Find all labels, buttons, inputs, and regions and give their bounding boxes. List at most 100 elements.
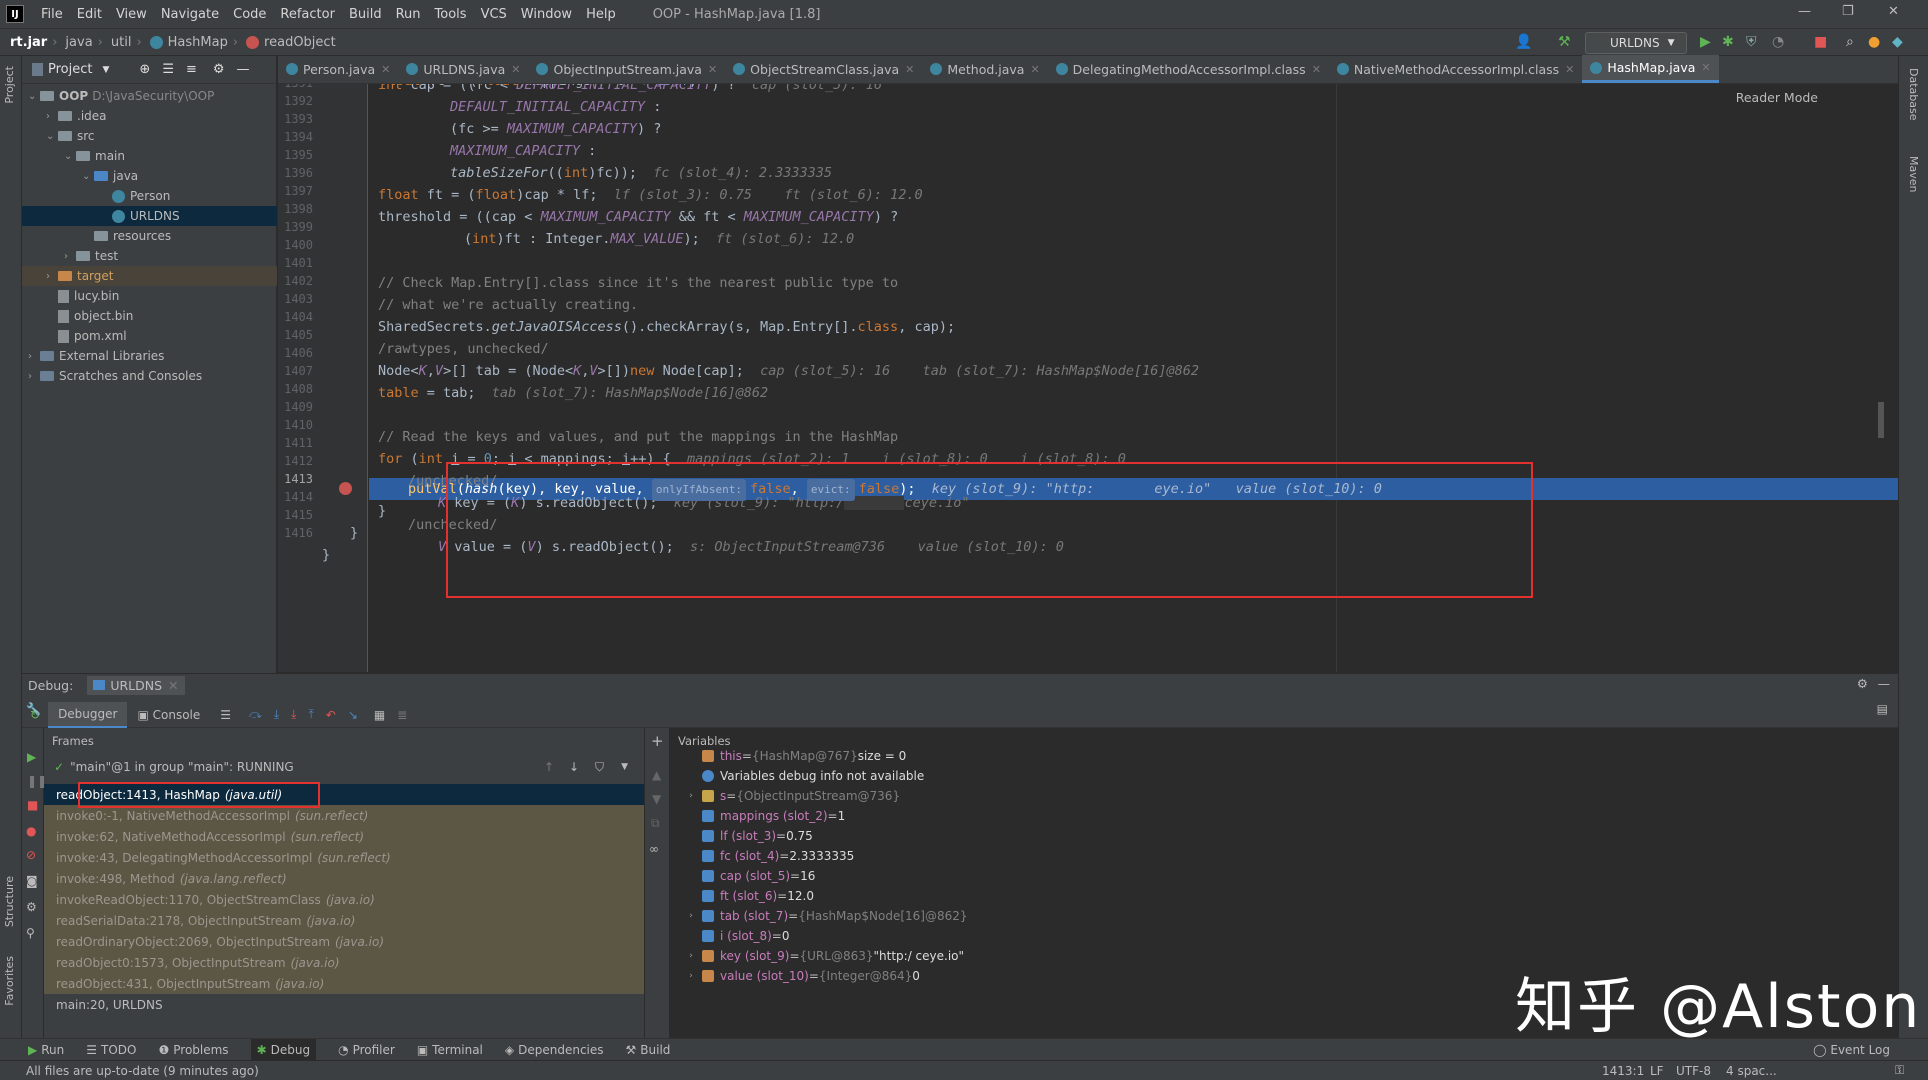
breadcrumb-hashmap[interactable]: HashMap — [168, 35, 228, 50]
reader-mode-toggle[interactable]: Reader Mode — [1736, 90, 1818, 105]
tree-expand-icon[interactable]: ⌄ — [46, 131, 58, 142]
close-tab-icon[interactable]: ✕ — [511, 63, 520, 76]
close-tab-icon[interactable]: ✕ — [1030, 63, 1039, 76]
thread-selector[interactable]: ✓ "main"@1 in group "main": RUNNING ↑ ↓ … — [44, 756, 644, 778]
menu-navigate[interactable]: Navigate — [154, 7, 226, 22]
database-side-tab[interactable]: Database — [1907, 68, 1920, 121]
project-side-tab[interactable]: Project — [3, 66, 16, 104]
stack-frame[interactable]: readSerialData:2178, ObjectInputStream (j… — [44, 910, 644, 931]
hide-panel-icon[interactable]: — — [1878, 676, 1891, 691]
menu-view[interactable]: View — [109, 7, 154, 22]
status-message[interactable]: All files are up-to-date (9 minutes ago) — [26, 1064, 259, 1078]
gear-icon[interactable]: ⚙ — [213, 62, 225, 77]
tree-item[interactable]: resources — [22, 226, 277, 246]
breadcrumb-readobject[interactable]: readObject — [264, 35, 336, 50]
tree-expand-icon[interactable]: › — [46, 271, 58, 282]
tree-item[interactable]: ⌄ OOP D:\JavaSecurity\OOP — [22, 86, 277, 106]
settings-icon[interactable]: ⚙ — [26, 900, 37, 914]
profile-icon[interactable]: ◔ — [1772, 34, 1784, 50]
lock-icon[interactable]: ⚿ — [1895, 1063, 1904, 1078]
wrench-icon[interactable]: 🔧 — [26, 702, 41, 716]
line-separator[interactable]: LF — [1650, 1064, 1664, 1078]
add-watch-icon[interactable]: + — [651, 732, 664, 750]
stack-frame[interactable]: invoke:62, NativeMethodAccessorImpl (sun.… — [44, 826, 644, 847]
close-tab-icon[interactable]: ✕ — [905, 63, 914, 76]
variable-row[interactable]: i (slot_8) = 0 — [670, 926, 789, 946]
gear-icon[interactable]: ⚙ — [1857, 676, 1868, 691]
variable-row[interactable]: › value (slot_10) = {Integer@864} 0 — [670, 966, 920, 986]
tree-expand-icon[interactable]: ⌄ — [82, 171, 94, 182]
plugin-icon[interactable]: ◆ — [1892, 34, 1903, 50]
breadcrumb-java[interactable]: java — [65, 35, 92, 50]
tool-todo[interactable]: ☰ TODO — [86, 1043, 136, 1057]
stop-debug-icon[interactable]: ■ — [27, 798, 38, 812]
stack-frame[interactable]: readObject:431, ObjectInputStream (java.i… — [44, 973, 644, 994]
caret-position[interactable]: 1413:1 — [1602, 1064, 1644, 1078]
tree-item[interactable]: › External Libraries — [22, 346, 277, 366]
structure-side-tab[interactable]: Structure — [3, 876, 16, 927]
copy-icon[interactable]: ⧉ — [651, 816, 660, 831]
indent-setting[interactable]: 4 spac... — [1726, 1064, 1777, 1078]
run-configuration-select[interactable]: URLDNS ▼ — [1585, 32, 1687, 54]
menu-file[interactable]: File — [34, 7, 70, 22]
variable-row[interactable]: › tab (slot_7) = {HashMap$Node[16]@862} — [670, 906, 967, 926]
hide-icon[interactable]: — — [237, 62, 250, 77]
tree-expand-icon[interactable]: › — [46, 111, 58, 122]
down-icon[interactable]: ▼ — [652, 792, 661, 806]
expand-arrow-icon[interactable]: › — [684, 951, 698, 961]
editor-tab[interactable]: Method.java ✕ — [922, 55, 1047, 83]
resume-icon[interactable]: ▶ — [27, 750, 36, 764]
tree-item[interactable]: › target — [22, 266, 277, 286]
file-encoding[interactable]: UTF-8 — [1676, 1064, 1711, 1078]
minimize-icon[interactable]: — — [1798, 4, 1811, 19]
tool-run[interactable]: ▶ Run — [28, 1043, 64, 1057]
tree-item[interactable]: URLDNS — [22, 206, 277, 226]
layout-settings-icon[interactable]: ▤ — [1877, 702, 1888, 716]
tree-expand-icon[interactable]: › — [64, 251, 76, 262]
variable-row[interactable]: › s = {ObjectInputStream@736} — [670, 786, 900, 806]
tab-debugger[interactable]: Debugger — [48, 701, 128, 728]
expand-all-icon[interactable]: ☰ — [162, 62, 174, 77]
force-step-into-icon[interactable]: ⤓ — [291, 707, 296, 722]
view-breakpoints-icon[interactable]: ● — [26, 824, 36, 838]
tool-debug[interactable]: ✱ Debug — [250, 1038, 317, 1061]
close-tab-icon[interactable]: ✕ — [1312, 63, 1321, 76]
menu-vcs[interactable]: VCS — [474, 7, 514, 22]
close-session-icon[interactable]: ✕ — [168, 678, 178, 693]
user-icon[interactable]: 👤 — [1515, 34, 1532, 50]
step-over-icon[interactable]: ⤼ — [249, 707, 262, 722]
tab-console[interactable]: ▣ Console — [127, 708, 210, 722]
update-icon[interactable]: ● — [1868, 34, 1880, 50]
editor-tab[interactable]: DelegatingMethodAccessorImpl.class ✕ — [1048, 55, 1329, 83]
tree-item[interactable]: › test — [22, 246, 277, 266]
editor-tab[interactable]: URLDNS.java ✕ — [398, 55, 528, 83]
menu-help[interactable]: Help — [579, 7, 623, 22]
variable-row[interactable]: Variables debug info not available — [670, 766, 924, 786]
stop-icon[interactable]: ■ — [1814, 34, 1827, 50]
tree-expand-icon[interactable]: › — [28, 351, 40, 362]
menu-refactor[interactable]: Refactor — [273, 7, 342, 22]
up-arrow-icon[interactable]: ↑ — [544, 760, 554, 774]
code-editor[interactable]: 1391 1392 1393 1394 1395 1396 1397 1398 1399 1400… — [278, 84, 1898, 672]
editor-tab[interactable]: Person.java ✕ — [278, 55, 398, 83]
drop-frame-icon[interactable]: ↶ — [326, 708, 336, 722]
close-tab-icon[interactable]: ✕ — [708, 63, 717, 76]
mute-breakpoints-icon[interactable]: ⊘ — [26, 848, 36, 862]
layout-icon[interactable]: ☰ — [220, 708, 231, 722]
expand-arrow-icon[interactable]: › — [684, 791, 698, 801]
breadcrumb-jar[interactable]: rt.jar — [10, 35, 47, 50]
close-icon[interactable]: ✕ — [1888, 4, 1899, 19]
breakpoint-icon[interactable] — [339, 482, 352, 495]
variable-row[interactable]: ft (slot_6) = 12.0 — [670, 886, 814, 906]
variable-row[interactable]: › key (slot_9) = {URL@863} "http:/ ceye.i… — [670, 946, 964, 966]
tree-item[interactable]: ⌄ src — [22, 126, 277, 146]
run-to-cursor-icon[interactable]: ↘ — [348, 708, 358, 722]
locate-icon[interactable]: ⊕ — [139, 62, 150, 77]
tree-item[interactable]: lucy.bin — [22, 286, 277, 306]
tree-expand-icon[interactable]: ⌄ — [64, 151, 76, 162]
tree-item[interactable]: Person — [22, 186, 277, 206]
step-out-icon[interactable]: ⤒ — [308, 707, 313, 722]
build-hammer-icon[interactable]: ⚒ — [1558, 34, 1571, 50]
variable-row[interactable]: mappings (slot_2) = 1 — [670, 806, 845, 826]
tool-problems[interactable]: ❶ Problems — [158, 1043, 228, 1057]
